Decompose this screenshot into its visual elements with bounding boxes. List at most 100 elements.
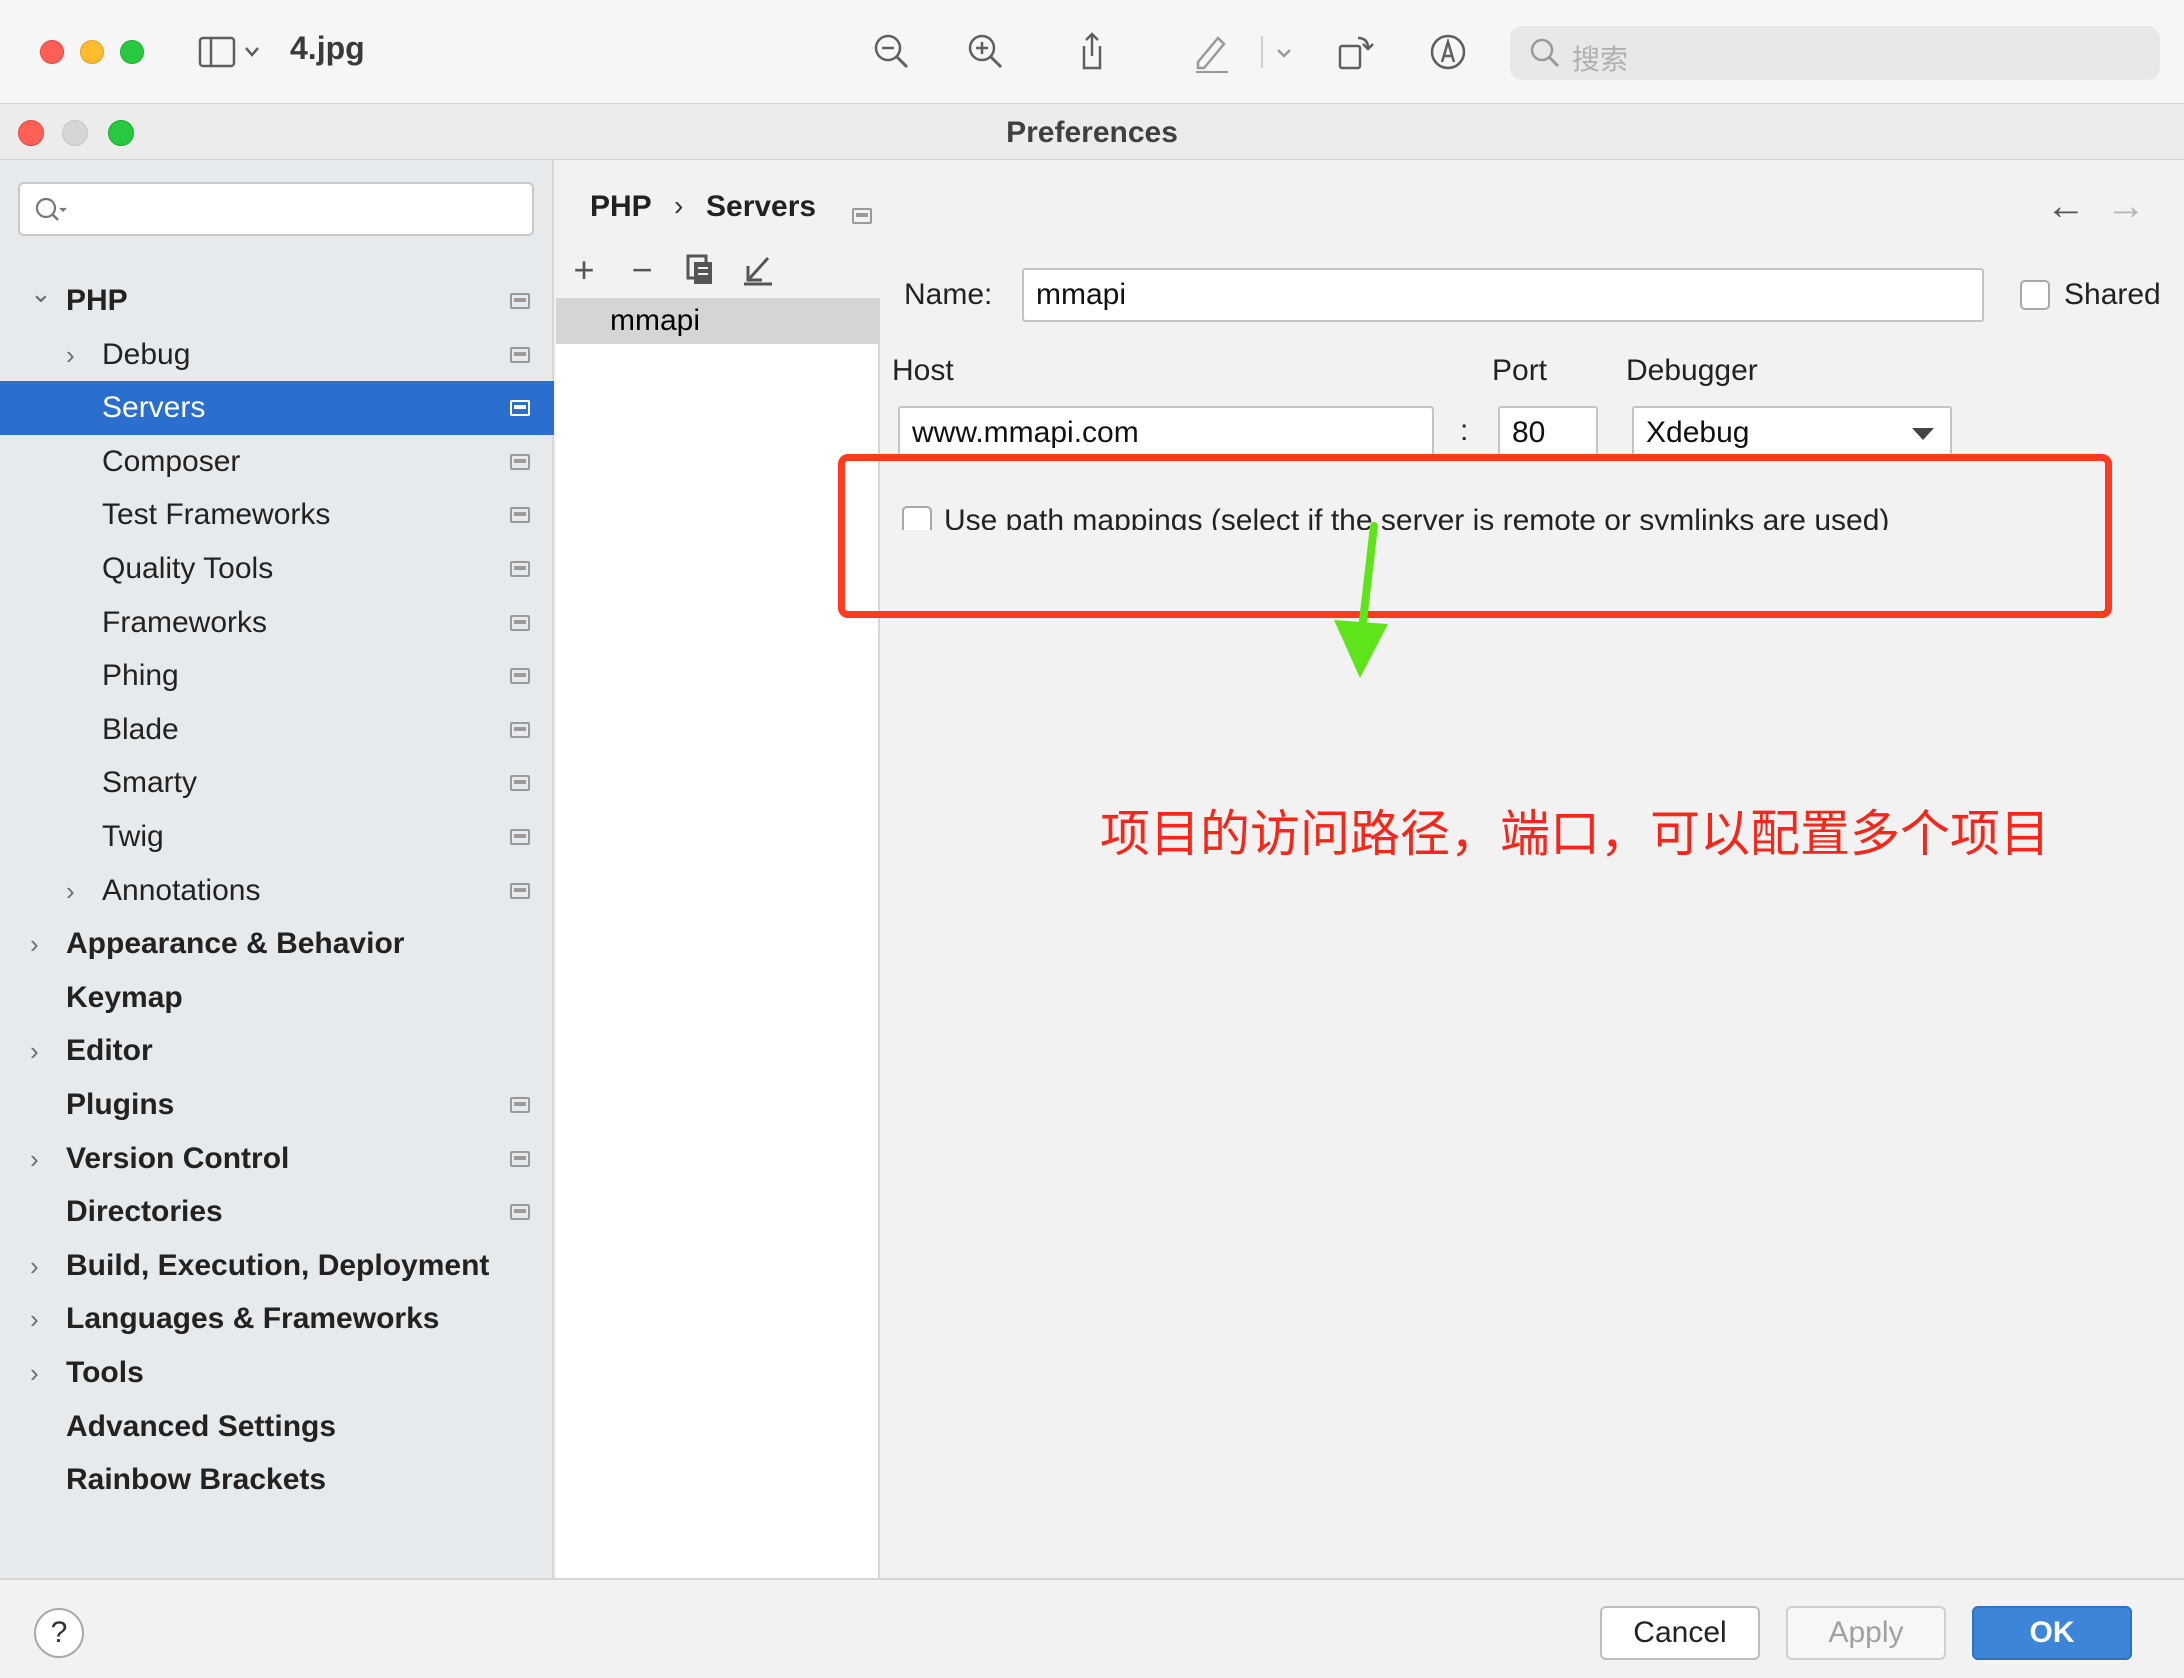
- sidebar-item-label: Servers: [102, 391, 206, 425]
- minimize-window-button[interactable]: [80, 40, 104, 64]
- chevron-right-icon[interactable]: ›: [30, 1024, 54, 1078]
- sidebar-item-label: Annotations: [102, 873, 261, 907]
- debugger-label: Debugger: [1626, 354, 1758, 387]
- server-list-toolbar: + −: [556, 244, 880, 298]
- project-scope-icon: [510, 882, 530, 899]
- debugger-select-value: Xdebug: [1646, 416, 1750, 449]
- dialog-footer: ? Cancel Apply OK: [0, 1578, 2184, 1678]
- annotation-highlight-box: [838, 454, 2112, 618]
- sidebar-item-label: Keymap: [66, 980, 183, 1014]
- project-scope-icon: [510, 1204, 530, 1221]
- sidebar-item-label: Build, Execution, Deployment: [66, 1248, 490, 1282]
- sidebar-item-composer[interactable]: Composer: [0, 435, 554, 489]
- zoom-window-button[interactable]: [120, 40, 144, 64]
- shared-checkbox[interactable]: [2020, 280, 2050, 310]
- close-window-button[interactable]: [40, 40, 64, 64]
- chevron-right-icon[interactable]: ›: [30, 1292, 54, 1346]
- host-input[interactable]: www.mmapi.com: [898, 406, 1434, 460]
- sidebar-item-label: PHP: [66, 284, 128, 317]
- chevron-down-icon[interactable]: ⌄: [30, 266, 54, 320]
- zoom-out-icon[interactable]: [868, 28, 916, 76]
- remove-server-button[interactable]: −: [622, 250, 662, 290]
- server-name-input[interactable]: mmapi: [1022, 268, 1984, 322]
- sidebar-item-directories[interactable]: Directories: [0, 1185, 554, 1239]
- sidebar-item-rainbow-brackets[interactable]: Rainbow Brackets: [0, 1453, 554, 1507]
- sidebar-item-editor[interactable]: › Editor: [0, 1024, 554, 1078]
- sidebar-item-keymap[interactable]: Keymap: [0, 971, 554, 1025]
- sidebar-item-advanced-settings[interactable]: Advanced Settings: [0, 1400, 554, 1454]
- port-input[interactable]: 80: [1498, 406, 1598, 460]
- sidebar-item-appearance-behavior[interactable]: › Appearance & Behavior: [0, 917, 554, 971]
- project-scope-icon: [510, 668, 530, 685]
- share-icon[interactable]: [1068, 28, 1116, 76]
- chevron-right-icon[interactable]: ›: [66, 328, 90, 382]
- sidebar-toggle-icon[interactable]: [196, 28, 266, 76]
- sidebar-item-build-execution-deployment[interactable]: › Build, Execution, Deployment: [0, 1239, 554, 1293]
- cancel-button[interactable]: Cancel: [1600, 1606, 1760, 1660]
- zoom-in-icon[interactable]: [962, 28, 1010, 76]
- sidebar-item-plugins[interactable]: Plugins: [0, 1078, 554, 1132]
- viewer-search-field[interactable]: 搜索: [1510, 26, 2160, 80]
- markup-dropdown-chevron-icon[interactable]: [1260, 28, 1308, 76]
- sidebar-item-version-control[interactable]: › Version Control: [0, 1132, 554, 1186]
- markup-toolbar-icon[interactable]: [1424, 28, 1472, 76]
- sidebar-item-twig[interactable]: Twig: [0, 810, 554, 864]
- sidebar-item-label: Appearance & Behavior: [66, 927, 405, 961]
- breadcrumb-parent[interactable]: PHP: [590, 190, 652, 224]
- project-scope-icon: [510, 561, 530, 577]
- project-scope-icon: [510, 1097, 530, 1113]
- sidebar-item-label: Frameworks: [102, 605, 268, 639]
- port-label: Port: [1492, 354, 1548, 387]
- sidebar-item-smarty[interactable]: Smarty: [0, 756, 554, 810]
- window-title: Preferences: [1006, 116, 1178, 149]
- chevron-right-icon[interactable]: ›: [30, 1346, 54, 1400]
- rotate-icon[interactable]: [1332, 28, 1380, 76]
- server-list-item[interactable]: mmapi: [556, 298, 880, 344]
- sidebar-item-label: Directories: [66, 1195, 223, 1229]
- copy-server-icon[interactable]: [680, 250, 720, 290]
- help-button[interactable]: ?: [34, 1608, 84, 1658]
- chevron-right-icon[interactable]: ›: [30, 1239, 54, 1293]
- viewer-filename: 4.jpg: [290, 30, 365, 66]
- project-scope-icon: [510, 775, 530, 792]
- project-scope-icon: [510, 400, 530, 417]
- sidebar-item-label: Smarty: [102, 766, 198, 800]
- project-scope-icon: [510, 293, 530, 309]
- forward-arrow-icon[interactable]: →: [2106, 184, 2146, 229]
- server-list-pane: + − mmapi: [556, 244, 880, 1578]
- sidebar-item-php[interactable]: ⌄ PHP: [0, 274, 554, 328]
- host-port-colon: :: [1460, 414, 1469, 447]
- import-server-icon[interactable]: [738, 250, 778, 290]
- sidebar-item-label: Languages & Frameworks: [66, 1302, 440, 1336]
- sidebar-item-phing[interactable]: Phing: [0, 649, 554, 703]
- back-arrow-icon[interactable]: ←: [2046, 184, 2086, 229]
- sidebar-item-label: Editor: [66, 1034, 153, 1068]
- chevron-right-icon[interactable]: ›: [66, 864, 90, 918]
- project-scope-icon: [510, 721, 530, 738]
- apply-button[interactable]: Apply: [1786, 1606, 1946, 1660]
- sidebar-item-test-frameworks[interactable]: Test Frameworks: [0, 488, 554, 542]
- sidebar-item-servers[interactable]: Servers: [0, 381, 554, 436]
- chevron-right-icon[interactable]: ›: [30, 917, 54, 971]
- sidebar-item-label: Quality Tools: [102, 552, 274, 585]
- project-scope-icon: [510, 453, 530, 470]
- project-scope-icon: [510, 829, 530, 845]
- sidebar-item-tools[interactable]: › Tools: [0, 1346, 554, 1400]
- sidebar-item-label: Plugins: [66, 1088, 175, 1121]
- chevron-right-icon[interactable]: ›: [30, 1132, 54, 1186]
- add-server-button[interactable]: +: [564, 250, 604, 290]
- sidebar-item-annotations[interactable]: › Annotations: [0, 864, 554, 918]
- sidebar-item-frameworks[interactable]: Frameworks: [0, 596, 554, 650]
- breadcrumb-current: Servers: [706, 190, 817, 223]
- settings-search-input[interactable]: [18, 182, 534, 236]
- shared-label: Shared: [2064, 278, 2161, 311]
- debugger-select[interactable]: Xdebug: [1632, 406, 1952, 460]
- sidebar-item-blade[interactable]: Blade: [0, 703, 554, 757]
- sidebar-item-debug[interactable]: › Debug: [0, 328, 554, 382]
- markup-pen-icon[interactable]: [1188, 28, 1236, 76]
- sidebar-item-quality-tools[interactable]: Quality Tools: [0, 542, 554, 596]
- ok-button[interactable]: OK: [1972, 1606, 2132, 1660]
- sidebar-item-label: Version Control: [66, 1141, 290, 1175]
- project-scope-icon: [510, 507, 530, 524]
- sidebar-item-languages-frameworks[interactable]: › Languages & Frameworks: [0, 1292, 554, 1346]
